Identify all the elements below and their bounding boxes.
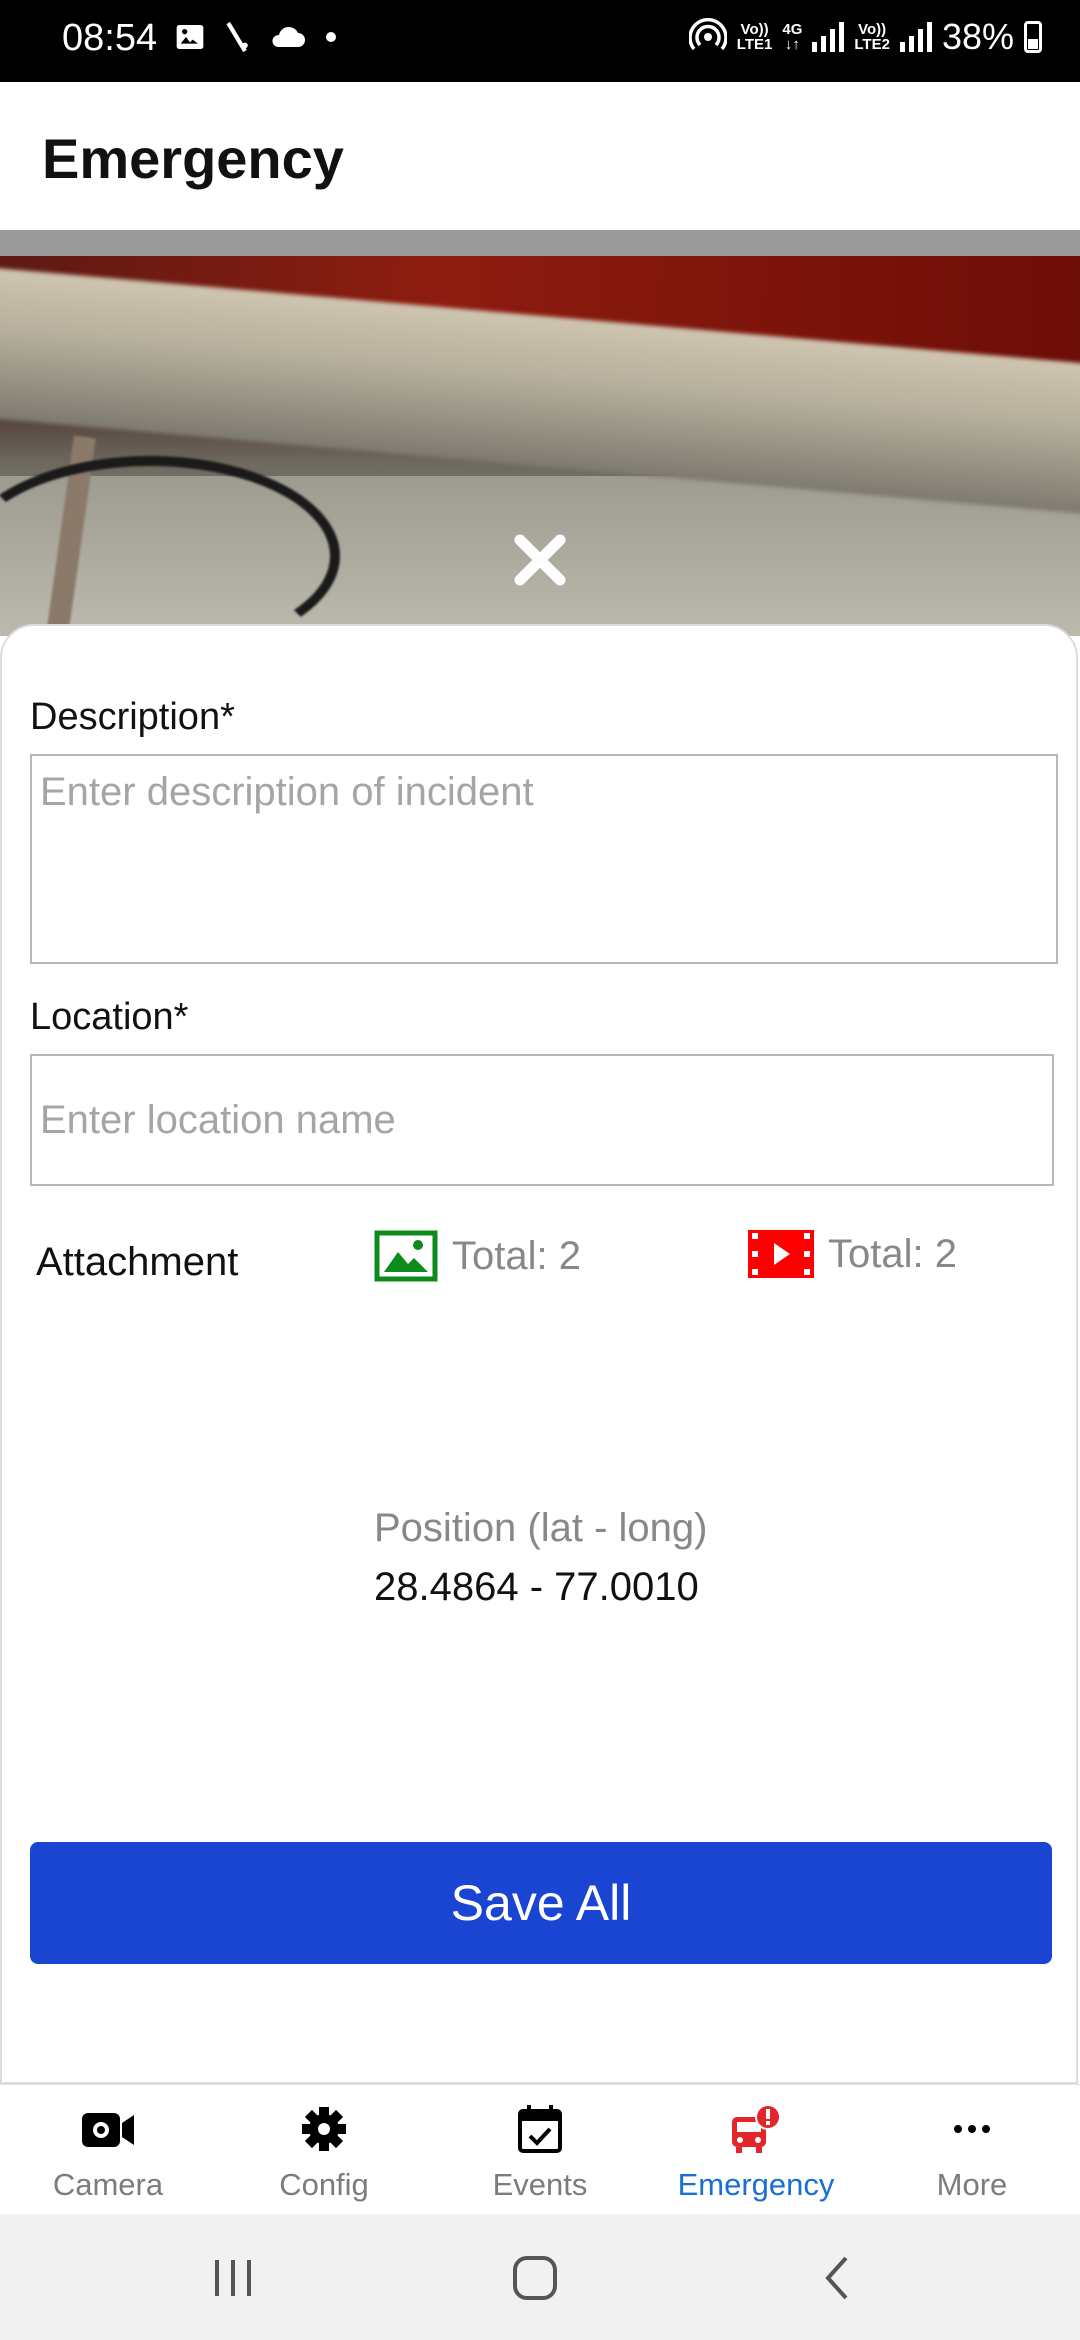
image-total: Total: 2 (452, 1233, 581, 1278)
description-input[interactable] (30, 754, 1058, 964)
status-bar: 08:54 Vo)) LTE1 4G ↓↑ Vo)) LTE2 38% (0, 0, 1080, 82)
nav-label-camera: Camera (52, 2167, 164, 2202)
nav-more[interactable]: More (864, 2085, 1080, 2215)
system-status-icons: Vo)) LTE1 4G ↓↑ Vo)) LTE2 38% (688, 16, 1042, 58)
nav-camera[interactable]: Camera (0, 2085, 216, 2215)
more-dots-icon (954, 2125, 990, 2133)
close-icon[interactable] (512, 532, 568, 588)
page-title: Emergency (42, 127, 344, 190)
nav-label-emergency: Emergency (677, 2167, 835, 2202)
nav-label-more: More (936, 2167, 1008, 2202)
gallery-notification-icon (176, 25, 204, 49)
signal-sim2-icon (899, 22, 932, 52)
battery-percent: 38% (941, 16, 1014, 57)
battery-icon (1024, 21, 1042, 53)
position-value: 28.4864 - 77.0010 (374, 1565, 699, 1609)
emergency-alert-icon (732, 2104, 781, 2153)
status-time: 08:54 (62, 17, 158, 59)
calendar-check-icon (518, 2105, 562, 2153)
network-type-top: 4G (782, 21, 803, 38)
stylus-notification-icon (226, 21, 248, 53)
nav-events[interactable]: Events (432, 2085, 648, 2215)
image-icon (374, 1230, 438, 1282)
home-icon[interactable] (505, 2250, 565, 2306)
notification-icons (174, 20, 338, 54)
video-total: Total: 2 (828, 1231, 957, 1276)
network-arrows: ↓↑ (784, 36, 800, 53)
sim1-volte-indicator: Vo)) LTE1 (737, 22, 773, 52)
hotspot-icon (688, 18, 727, 51)
emergency-form-sheet: Description* Location* Attachment Total:… (0, 624, 1078, 2084)
position-info: Position (lat - long) 28.4864 - 77.0010 (374, 1506, 707, 1610)
location-input[interactable] (30, 1054, 1054, 1186)
sim1-volte-top: Vo)) (740, 21, 769, 38)
attachment-label: Attachment (36, 1240, 239, 1284)
network-type-indicator: 4G ↓↑ (782, 22, 802, 52)
camera-icon (82, 2113, 134, 2147)
image-attachments[interactable]: Total: 2 (374, 1230, 581, 1282)
video-attachments[interactable]: Total: 2 (748, 1230, 957, 1278)
cloud-notification-icon (272, 26, 305, 47)
back-icon[interactable] (808, 2250, 868, 2306)
sim2-volte-indicator: Vo)) LTE2 (854, 22, 890, 52)
nav-label-events: Events (492, 2167, 588, 2202)
position-label: Position (lat - long) (374, 1506, 708, 1550)
video-icon (748, 1230, 814, 1278)
sim1-volte-bottom: LTE1 (736, 36, 773, 53)
header-divider (0, 230, 1080, 256)
bottom-nav: Camera Config Events Emergency More (0, 2084, 1080, 2215)
system-nav-bar (0, 2214, 1080, 2340)
recent-apps-icon[interactable] (203, 2250, 263, 2306)
nav-label-config: Config (279, 2167, 369, 2202)
more-notifications-dot-icon (326, 32, 336, 42)
save-all-button[interactable]: Save All (30, 1842, 1052, 1964)
gear-icon (302, 2107, 346, 2151)
description-label: Description* (30, 696, 235, 738)
sim2-volte-bottom: LTE2 (854, 36, 890, 53)
nav-config[interactable]: Config (216, 2085, 432, 2215)
location-label: Location* (30, 996, 189, 1038)
app-header: Emergency (0, 82, 1080, 230)
signal-sim1-icon (812, 22, 845, 52)
nav-emergency[interactable]: Emergency (648, 2085, 864, 2215)
sim2-volte-top: Vo)) (858, 21, 887, 38)
